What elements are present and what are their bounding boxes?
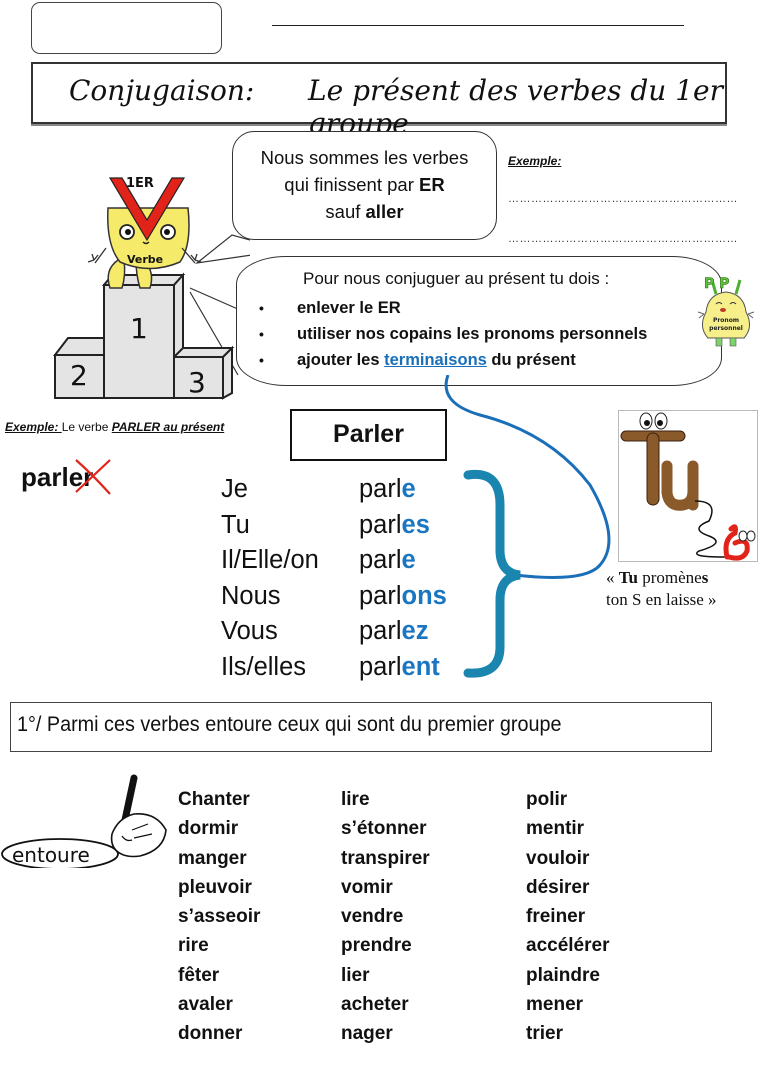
verb-item[interactable]: s’asseoir: [178, 902, 260, 931]
verb-column-2: lire s’étonner transpirer vomir vendre p…: [341, 785, 430, 1049]
verb-item[interactable]: vouloir: [526, 844, 609, 873]
example-verb-heading: Exemple: Le verbe PARLER au présent: [5, 420, 225, 434]
exercise-instruction-box: 1°/ Parmi ces verbes entoure ceux qui so…: [10, 702, 712, 752]
definition-er: ER: [419, 174, 445, 195]
speech-bubble-definition: Nous sommes les verbes qui finissent par…: [232, 131, 497, 240]
verb-item[interactable]: Chanter: [178, 785, 260, 814]
verb-item[interactable]: freiner: [526, 902, 609, 931]
verb-item[interactable]: acheter: [341, 990, 430, 1019]
verb-item[interactable]: vomir: [341, 873, 430, 902]
example-answer-line-1[interactable]: ……………………………………………………: [508, 193, 738, 205]
rules-heading: Pour nous conjuguer au présent tu dois :: [303, 269, 610, 288]
verb-item[interactable]: mentir: [526, 814, 609, 843]
tu-leash-s-icon: [620, 412, 756, 561]
conjugation-row: Il/Elle/on parl e: [221, 546, 416, 574]
mascot-body-label: Verbe: [127, 253, 163, 266]
curly-brace-icon: [463, 469, 521, 678]
verb-item[interactable]: accélérer: [526, 931, 609, 960]
title-subject: Conjugaison:: [69, 74, 255, 107]
verb-item[interactable]: plaindre: [526, 961, 609, 990]
speech-bubble-rules: Pour nous conjuguer au présent tu dois :…: [236, 256, 722, 386]
verb-item[interactable]: désirer: [526, 873, 609, 902]
definition-line-3: sauf: [325, 201, 366, 222]
definition-line-2: qui finissent par: [284, 174, 419, 195]
red-cross-icon: [75, 459, 111, 495]
pronom-personnel-mascot-icon: P P Pronom personnel: [697, 276, 755, 347]
conjugation-row: Je parl e: [221, 475, 416, 503]
entoure-hand-pencil-icon: entoure: [1, 774, 167, 868]
example-label-right: Exemple:: [508, 154, 562, 168]
example-verb-name: PARLER au présent: [111, 420, 225, 434]
verb-item[interactable]: s’étonner: [341, 814, 430, 843]
verb-item[interactable]: prendre: [341, 931, 430, 960]
verb-item[interactable]: lier: [341, 961, 430, 990]
pronom-label-1: Pronom: [713, 317, 739, 324]
verb-item[interactable]: trier: [526, 1019, 609, 1048]
verb-item[interactable]: polir: [526, 785, 609, 814]
verb-item[interactable]: transpirer: [341, 844, 430, 873]
podium-number-1: 1: [130, 312, 148, 345]
verb-item[interactable]: fêter: [178, 961, 260, 990]
medal-label: 1ER: [126, 176, 154, 191]
verb-item[interactable]: dormir: [178, 814, 260, 843]
verb-title-box: Parler: [290, 409, 447, 461]
example-label-left: Exemple:: [5, 420, 62, 434]
tu-caption: « Tu promènes ton S en laisse »: [606, 568, 717, 609]
exercise-instruction: 1°/ Parmi ces verbes entoure ceux qui so…: [17, 712, 562, 736]
conjugation-row: Ils/elles parl ent: [221, 652, 440, 681]
conjugation-row: Vous parl ez: [221, 617, 429, 645]
tu-illustration-frame: [618, 410, 758, 562]
verb-item[interactable]: donner: [178, 1019, 260, 1048]
verb-item[interactable]: lire: [341, 785, 430, 814]
verb-column-1: Chanter dormir manger pleuvoir s’asseoir…: [178, 785, 260, 1049]
conjugation-table: Je parl e Tu parl es Il/Elle/on parl e Nous par…: [221, 472, 447, 685]
verb-item[interactable]: rire: [178, 931, 260, 960]
verb-item[interactable]: mener: [526, 990, 609, 1019]
pronom-label-2: personnel: [709, 325, 743, 332]
endings-brace-connector: [444, 375, 611, 678]
name-field-box[interactable]: [31, 2, 222, 54]
verb-item[interactable]: manger: [178, 844, 260, 873]
podium-number-3: 3: [188, 366, 206, 399]
date-write-line[interactable]: [272, 25, 684, 26]
rule-item: enlever le ER: [259, 295, 647, 321]
verb-item[interactable]: nager: [341, 1019, 430, 1048]
pronom-letters: P P: [704, 276, 729, 292]
rules-list: enlever le ER utiliser nos copains les p…: [259, 295, 647, 373]
rule-item: ajouter les terminaisons du présent: [259, 347, 647, 373]
verb-item[interactable]: avaler: [178, 990, 260, 1019]
verb-column-3: polir mentir vouloir désirer freiner acc…: [526, 785, 609, 1049]
verb-item[interactable]: vendre: [341, 902, 430, 931]
entoure-label: entoure: [12, 843, 90, 867]
example-answer-line-2[interactable]: ……………………………………………………: [508, 233, 738, 245]
conjugation-row: Nous parl ons: [221, 581, 447, 610]
podium-number-2: 2: [70, 359, 88, 392]
terminaisons-link[interactable]: terminaisons: [384, 351, 487, 369]
title-banner: Conjugaison: Le présent des verbes du 1e…: [31, 62, 727, 140]
verb-mascot-podium-illustration: 1 2 3 1ER Verbe: [52, 176, 250, 400]
definition-aller: aller: [365, 201, 404, 222]
rule-item: utiliser nos copains les pronoms personn…: [259, 321, 647, 347]
conjugation-row: Tu parl es: [221, 510, 430, 539]
definition-line-1: Nous sommes les verbes: [260, 147, 469, 168]
verb-mascot-icon: [87, 177, 202, 289]
verb-item[interactable]: pleuvoir: [178, 873, 260, 902]
